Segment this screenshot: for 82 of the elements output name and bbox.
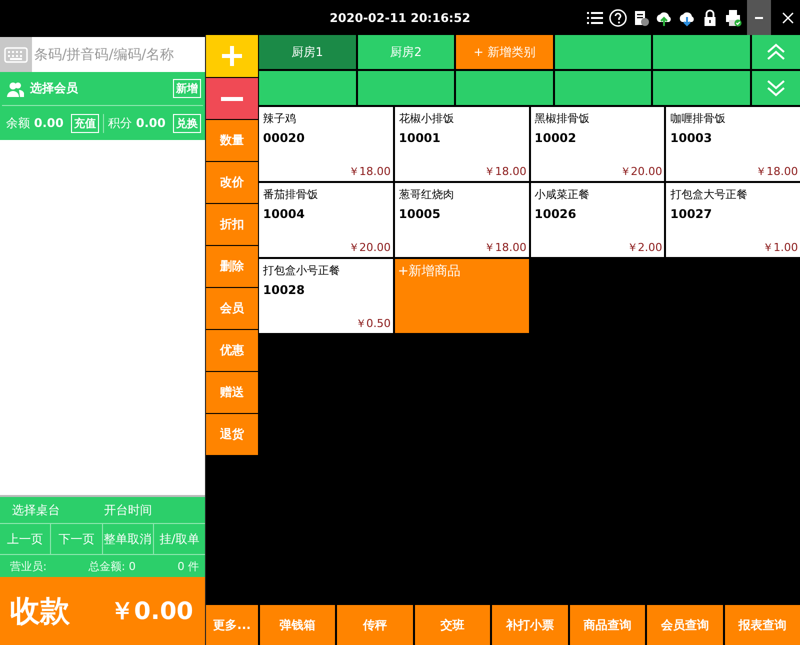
help-icon[interactable] [609, 8, 627, 26]
points-label: 积分 [108, 114, 132, 132]
product-tile[interactable]: 打包盒大号正餐 10027 ￥1.00 [666, 183, 800, 257]
product-name: 番茄排骨饭 [263, 187, 319, 202]
product-tile[interactable]: 打包盒小号正餐 10028 ￥0.50 [259, 259, 393, 333]
open-time-label: 开台时间 [104, 502, 152, 518]
action-button[interactable]: 数量 [206, 120, 258, 161]
balance-label: 余额 [6, 114, 30, 132]
users-icon [6, 80, 24, 96]
product-price: ￥2.00 [626, 240, 662, 255]
action-button[interactable]: 会员 [206, 288, 258, 329]
product-tile[interactable]: 小咸菜正餐 10026 ￥2.00 [530, 183, 664, 257]
product-name: 辣子鸡 [263, 111, 297, 126]
recharge-button[interactable]: 充值 [71, 114, 99, 132]
function-button[interactable]: 补打小票 [492, 605, 568, 645]
product-name: 打包盒小号正餐 [263, 263, 341, 278]
product-code: 10028 [263, 283, 306, 297]
clipboard-icon[interactable] [632, 8, 650, 26]
action-button[interactable]: 折扣 [206, 204, 258, 245]
product-name: 咖喱排骨饭 [670, 111, 726, 126]
points-value: 0.00 [136, 116, 166, 130]
minus-icon [220, 96, 244, 102]
action-button[interactable]: 赠送 [206, 372, 258, 413]
product-code: 10001 [398, 131, 442, 145]
action-button[interactable]: 删除 [206, 246, 258, 287]
double-chevron-up-icon [766, 43, 786, 61]
product-code: 10005 [398, 207, 442, 221]
product-code: 10027 [670, 207, 713, 221]
product-tile[interactable]: 葱哥红烧肉 10005 ￥18.00 [394, 183, 528, 257]
product-tile[interactable]: 花椒小排饭 10001 ￥18.00 [394, 107, 528, 181]
product-name: 花椒小排饭 [398, 111, 455, 126]
function-button[interactable]: 会员查询 [647, 605, 723, 645]
product-price: ￥0.50 [355, 316, 391, 331]
product-price: ￥18.00 [756, 164, 798, 179]
product-price: ￥18.00 [484, 164, 526, 179]
product-name: 打包盒大号正餐 [670, 187, 748, 202]
product-code: 00020 [263, 131, 306, 145]
action-button[interactable]: 优惠 [206, 330, 258, 371]
function-button[interactable]: 更多... [206, 605, 258, 645]
add-category-button[interactable]: + 新增类别 [456, 35, 553, 69]
product-tile[interactable]: 咖喱排骨饭 10003 ￥18.00 [666, 107, 800, 181]
product-price: ￥18.00 [348, 164, 391, 179]
product-name: 葱哥红烧肉 [398, 187, 455, 202]
order-button[interactable]: 挂/取单 [154, 524, 205, 554]
product-code: 10002 [534, 131, 578, 145]
product-tile[interactable]: 黑椒排骨饭 10002 ￥20.00 [530, 107, 664, 181]
redeem-button[interactable]: 兑换 [173, 114, 201, 132]
clerk-label: 营业员: [10, 558, 47, 574]
plus-icon [220, 44, 244, 68]
product-price: ￥1.00 [762, 240, 798, 255]
product-price: ￥20.00 [620, 164, 662, 179]
select-member-label[interactable]: 选择会员 [30, 80, 78, 97]
function-button[interactable]: 商品查询 [570, 605, 646, 645]
product-code: 10004 [263, 207, 306, 221]
product-price: ￥18.00 [484, 240, 526, 255]
action-button[interactable]: 退货 [206, 414, 258, 455]
printer-icon[interactable] [724, 8, 742, 26]
product-code: 10003 [670, 131, 713, 145]
product-code: 10026 [534, 207, 578, 221]
total-amount: 总金额: 0 [88, 558, 136, 574]
product-price: ￥20.00 [348, 240, 391, 255]
function-button[interactable]: 弹钱箱 [260, 605, 336, 645]
category-tab[interactable]: 厨房1 [259, 35, 356, 69]
product-tile[interactable]: 辣子鸡 00020 ￥18.00 [259, 107, 393, 181]
remove-quantity-button[interactable] [206, 78, 258, 119]
datetime: 2020-02-11 20:16:52 [330, 10, 470, 24]
balance-value: 0.00 [34, 116, 64, 130]
product-name: 小咸菜正餐 [534, 187, 590, 202]
double-chevron-down-icon [766, 79, 786, 97]
add-product-button[interactable]: +新增商品 [394, 259, 528, 333]
close-icon [782, 12, 794, 24]
action-button[interactable]: 改价 [206, 162, 258, 203]
add-member-button[interactable]: 新增 [173, 79, 201, 98]
function-button[interactable]: 传秤 [337, 605, 413, 645]
item-count: 0 件 [177, 558, 199, 574]
function-button[interactable]: 交班 [414, 605, 490, 645]
checkout-button[interactable]: 收款 ￥0.00 [0, 577, 205, 645]
product-tile[interactable]: 番茄排骨饭 10004 ￥20.00 [259, 183, 393, 257]
function-button[interactable]: 报表查询 [724, 605, 800, 645]
category-tab[interactable]: 厨房2 [358, 35, 454, 69]
product-name: 黑椒排骨饭 [534, 111, 590, 126]
select-table-label[interactable]: 选择桌台 [12, 502, 104, 518]
